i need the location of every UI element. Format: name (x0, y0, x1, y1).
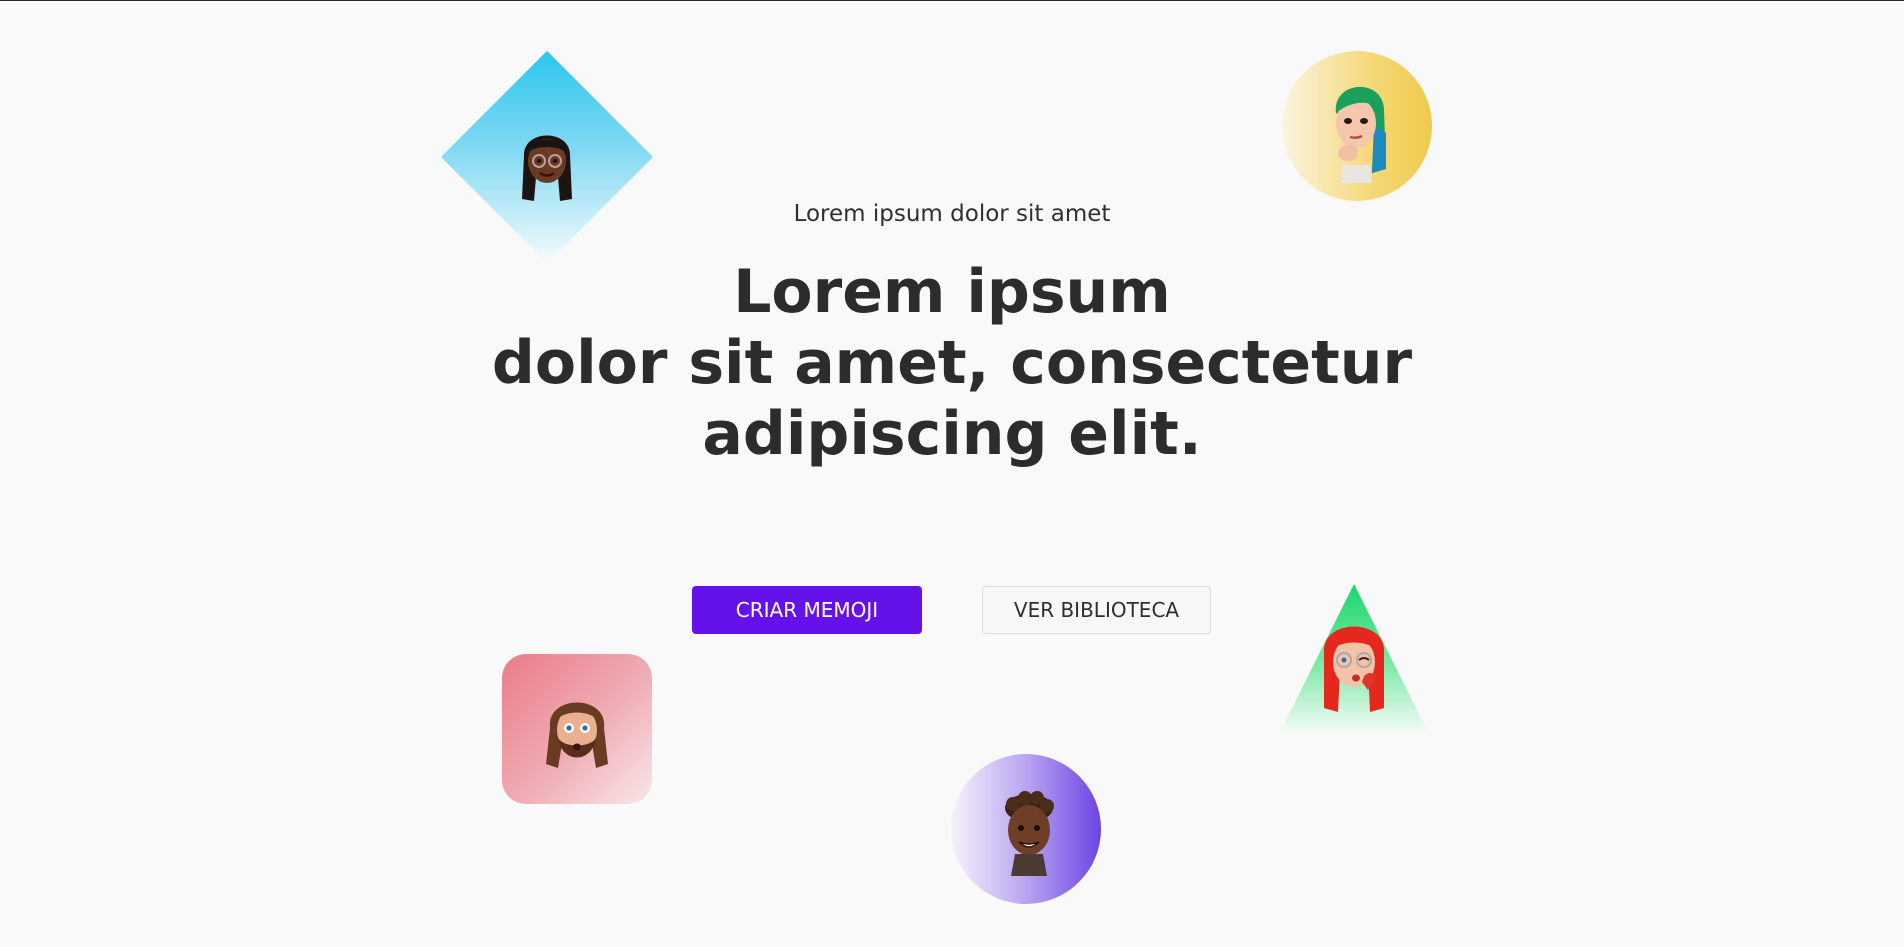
memoji-man-beard-icon (546, 702, 608, 768)
hero-headline: Lorem ipsum dolor sit amet, consectetur … (0, 257, 1904, 470)
purple-circle-shape (951, 754, 1101, 904)
hero-eyebrow: Lorem ipsum dolor sit amet (793, 201, 1111, 227)
headline-line-3: adipiscing elit. (702, 399, 1202, 469)
memoji-woman-green-hair-icon (1335, 86, 1386, 183)
memoji-man-curly-hair-icon (1005, 791, 1054, 876)
create-memoji-button[interactable]: CRIAR MEMOJI (692, 586, 922, 634)
pink-rounded-square-shape (502, 654, 652, 804)
diamond-shape (440, 50, 654, 264)
view-library-button[interactable]: VER BIBLIOTECA (982, 586, 1211, 634)
yellow-circle-shape (1282, 51, 1432, 201)
hero-section: Lorem ipsum dolor sit amet Lorem ipsum d… (0, 1, 1904, 947)
green-triangle-shape (1280, 584, 1428, 732)
memoji-woman-braids-icon (522, 135, 572, 201)
headline-line-2: dolor sit amet, consectetur (491, 328, 1413, 398)
headline-line-1: Lorem ipsum (733, 257, 1171, 327)
memoji-woman-red-hair-icon (1323, 626, 1385, 712)
